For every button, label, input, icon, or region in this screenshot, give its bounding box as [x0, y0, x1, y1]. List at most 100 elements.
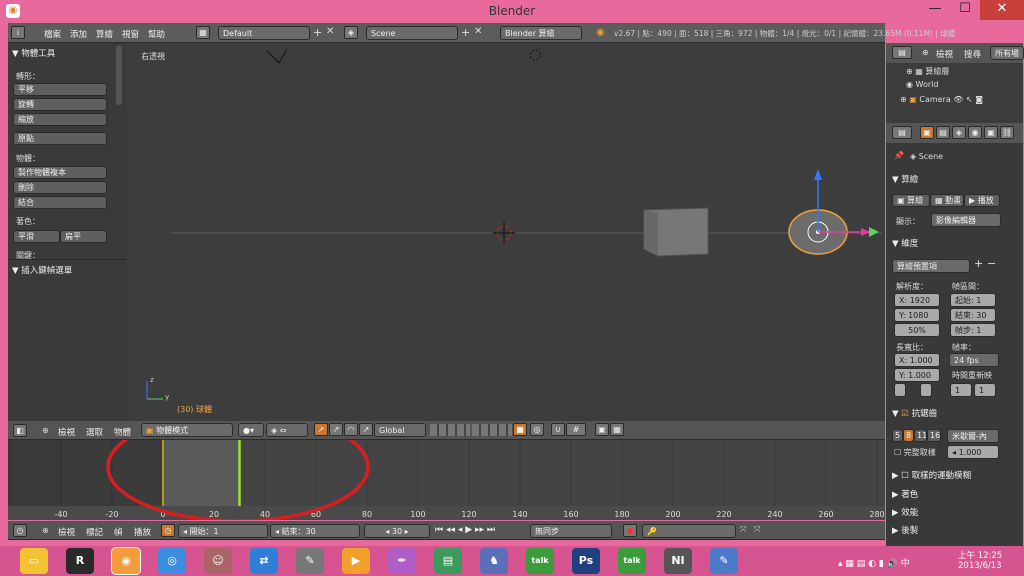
screen-layout-field[interactable]: Default — [218, 26, 310, 40]
translate-button[interactable]: 平移 — [13, 83, 107, 96]
constraints-tab-icon[interactable]: ⛓ — [1000, 126, 1014, 139]
playback-menu[interactable]: 播放 — [134, 526, 151, 538]
add-screen-button[interactable]: + — [313, 26, 322, 39]
taskbar-app-raptr-icon[interactable]: R — [66, 548, 94, 574]
current-frame-field[interactable]: ◂ 30 ▸ — [364, 524, 430, 538]
keying-insert-icon[interactable]: ⤧ — [740, 525, 746, 535]
add-scene-button[interactable]: + — [461, 26, 470, 39]
join-button[interactable]: 結合 — [13, 196, 107, 209]
motion-blur-section[interactable]: ▶ ☐ 取樣的運動模糊 — [892, 469, 971, 481]
play-anim-button[interactable]: ▶ 播放 — [964, 194, 1000, 207]
timeline-editor-icon[interactable]: ◷ — [13, 524, 27, 537]
scene-icon[interactable]: ◈ — [344, 26, 358, 39]
res-y-field[interactable]: Y: 1080 — [894, 308, 940, 322]
aspect-x-field[interactable]: X: 1.000 — [894, 353, 940, 367]
frame-step-field[interactable]: 幀步: 1 — [950, 323, 996, 337]
menu-render[interactable]: 算繪 — [96, 28, 113, 40]
proportional-edit-icon[interactable]: ◎ — [530, 423, 544, 436]
close-button[interactable]: ✕ — [980, 0, 1024, 20]
timeline-editor[interactable]: -40 -20 0 20 40 60 80 100 120 140 160 180 200 220 240 2… — [8, 440, 885, 520]
snap-element-icon[interactable]: # — [566, 423, 586, 436]
keying-set-field[interactable]: 🔑 — [642, 524, 736, 538]
taskbar-app-ni-icon[interactable]: NI — [664, 548, 692, 574]
outliner-header-toggle[interactable]: ⊕ — [922, 48, 929, 57]
preview-range-icon[interactable]: ◷ — [161, 524, 175, 537]
outliner-item-renderlayers[interactable]: ⊕ ▦ 算繪層 — [906, 66, 949, 77]
mode-select[interactable]: ▣ 物體模式 — [141, 423, 233, 437]
scene-tab-icon[interactable]: ◈ — [952, 126, 966, 139]
maximize-button[interactable]: ☐ — [950, 0, 980, 20]
tool-shelf-scrollbar[interactable] — [116, 45, 122, 105]
scale-button[interactable]: 縮放 — [13, 113, 107, 126]
select-menu[interactable]: 選取 — [86, 426, 103, 438]
header-toggle-icon[interactable]: ⊕ — [42, 426, 49, 435]
preset-remove-button[interactable]: − — [987, 257, 996, 270]
aa-sample-16[interactable]: 16 — [927, 429, 941, 442]
outliner-editor-icon[interactable]: ▤ — [892, 46, 912, 59]
render-still-button[interactable]: ▣ 算繪 — [892, 194, 930, 207]
layers-tab-icon[interactable]: ▤ — [936, 126, 950, 139]
scale-manip-icon[interactable]: ↗ — [359, 423, 373, 436]
editor-type-icon[interactable]: ◧ — [13, 424, 27, 437]
taskbar-app-paint-icon[interactable]: ✎ — [710, 548, 738, 574]
layers-grid-b[interactable] — [472, 424, 512, 436]
sync-select[interactable]: 無同步 — [530, 524, 612, 538]
taskbar-app-talk-icon[interactable]: talk — [526, 548, 554, 574]
shading-section[interactable]: ▶ 著色 — [892, 488, 918, 500]
display-select[interactable]: 影像編輯器 — [931, 213, 1001, 227]
manipulator-icon[interactable]: ↗ — [314, 423, 328, 436]
full-sample-checkbox[interactable]: ☐ 完整取樣 — [894, 447, 936, 458]
aa-sample-11[interactable]: 11 — [914, 429, 927, 442]
playback-controls[interactable]: ⏮ ◂◂ ◂ ▶ ▸▸ ⏭ — [435, 525, 495, 535]
properties-editor-icon[interactable]: ▤ — [892, 126, 912, 139]
frame-end-field[interactable]: 結束: 30 — [950, 308, 996, 322]
aa-sample-5[interactable]: 5 — [892, 429, 903, 442]
remap-old-field[interactable]: 1 — [950, 383, 972, 397]
duplicate-button[interactable]: 製作物體複本 — [13, 166, 107, 179]
fps-select[interactable]: 24 fps — [949, 353, 999, 367]
aa-sample-8[interactable]: 8 — [903, 429, 914, 442]
scene-field[interactable]: Scene — [366, 26, 458, 40]
timeline-header-toggle[interactable]: ⊕ — [42, 526, 49, 535]
taskbar-app-gimp-icon[interactable]: ✎ — [296, 548, 324, 574]
rotate-button[interactable]: 旋轉 — [13, 98, 107, 111]
insert-keyframe-menu[interactable]: ▼ 插入鍵幀選單 — [12, 264, 72, 276]
outliner-filter-select[interactable]: 所有場 — [990, 46, 1024, 60]
aa-filter-select[interactable]: 米歇爾-內 — [947, 429, 999, 443]
keying-delete-icon[interactable]: ⤧ — [754, 525, 760, 535]
taskbar-app-app-icon[interactable]: ♞ — [480, 548, 508, 574]
remove-screen-button[interactable]: ✕ — [326, 26, 334, 37]
post-processing-section[interactable]: ▶ 後製 — [892, 524, 918, 536]
res-percent-field[interactable]: 50% — [894, 323, 940, 337]
snap-toggle-icon[interactable]: ∪ — [551, 423, 565, 436]
clock-time[interactable]: 上午 12:25 — [958, 549, 1002, 561]
layers-grid-a[interactable] — [430, 424, 470, 436]
remove-scene-button[interactable]: ✕ — [474, 26, 482, 37]
3d-viewport[interactable]: 右透視 z y (30) 球體 — [127, 43, 885, 421]
menu-help[interactable]: 幫助 — [148, 28, 165, 40]
taskbar-app-game-icon[interactable]: ☺ — [204, 548, 232, 574]
res-x-field[interactable]: X: 1920 — [894, 293, 940, 307]
taskbar-app-notepad-icon[interactable]: ▤ — [434, 548, 462, 574]
outliner-item-world[interactable]: ◉ World — [906, 80, 938, 89]
view-menu[interactable]: 檢視 — [58, 426, 75, 438]
taskbar-app-talk-icon[interactable]: talk — [618, 548, 646, 574]
pin-icon[interactable]: 📌 — [894, 151, 904, 160]
crop-checkbox[interactable] — [920, 383, 932, 397]
taskbar-app-media-icon[interactable]: ▶ — [342, 548, 370, 574]
timeline-view-menu[interactable]: 檢視 — [58, 526, 75, 538]
render-engine-select[interactable]: Blender 算繪 — [500, 26, 582, 40]
start-frame-field[interactable]: ◂ 開始：1 — [178, 524, 268, 538]
shading-select[interactable]: ●▾ — [238, 423, 264, 437]
taskbar-app-teamviewer-icon[interactable]: ⇄ — [250, 548, 278, 574]
origin-button[interactable]: 原點 — [13, 132, 107, 145]
frame-menu[interactable]: 幀 — [114, 526, 123, 538]
remap-new-field[interactable]: 1 — [974, 383, 996, 397]
taskbar-app-chrome-icon[interactable]: ◎ — [158, 548, 186, 574]
antialias-section[interactable]: ▼ ☑ 抗鋸齒 — [892, 407, 937, 419]
menu-add[interactable]: 添加 — [70, 28, 87, 40]
screen-layout-icon[interactable]: ▦ — [196, 26, 210, 39]
minimize-button[interactable]: — — [920, 0, 950, 20]
menu-window[interactable]: 視窗 — [122, 28, 139, 40]
marker-menu[interactable]: 標記 — [86, 526, 103, 538]
